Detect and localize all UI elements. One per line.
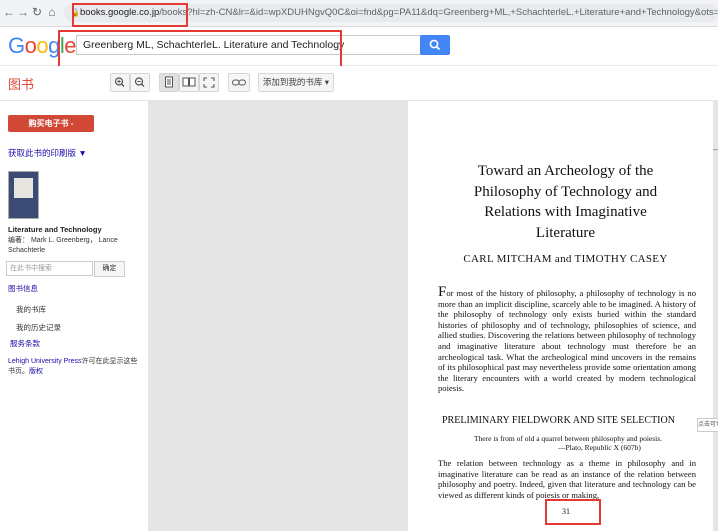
chapter-title: Toward an Archeology of the Philosophy o… (428, 161, 703, 243)
page-number: 31 (562, 507, 570, 516)
two-page-icon (182, 77, 196, 87)
zoom-out-button[interactable] (130, 73, 150, 92)
google-logo[interactable]: Google (8, 33, 77, 59)
section-heading: PRELIMINARY FIELDWORK AND SITE SELECTION (442, 415, 675, 426)
hint-tooltip: 点击可切换，按住 (697, 418, 718, 432)
viewer-background (148, 101, 408, 531)
reload-icon[interactable]: ↻ (30, 5, 44, 19)
google-header: Google Greenberg ML, SchachterleL. Liter… (0, 27, 718, 66)
book-editors: 编著： Mark L. Greenberg， Lance Schachterle (8, 237, 118, 254)
fullscreen-icon (203, 77, 215, 88)
chapter-title-line: Literature (535, 224, 596, 241)
body-paragraph-1-text: or most of the history of philosophy, a … (438, 288, 696, 394)
two-page-button[interactable] (179, 73, 199, 92)
lock-icon: 🔒 (70, 8, 80, 17)
link-icon (232, 79, 246, 86)
back-icon[interactable]: ← (2, 5, 16, 19)
viewer-right-edge (713, 101, 718, 531)
scroll-marker: — (713, 145, 718, 155)
body-paragraph-1: For most of the history of philosophy, a… (438, 285, 696, 394)
copyright-link[interactable]: 版权 (29, 368, 43, 375)
zoom-in-icon (114, 77, 125, 87)
book-cover-thumbnail[interactable] (8, 171, 39, 219)
link-button[interactable] (228, 73, 250, 92)
add-to-library-button[interactable]: 添加到我的书库 ▾ (258, 73, 334, 92)
single-page-button[interactable] (159, 73, 179, 92)
buy-ebook-button[interactable]: 购买电子书 - HK$246.56 (8, 115, 94, 145)
url-host: books.google.co.jp (80, 7, 160, 18)
publisher-note: Lehigh University Press许可在此显示这些书页。版权 (8, 357, 140, 377)
fullscreen-button[interactable] (199, 73, 219, 92)
chapter-authors: CARL MITCHAM and TIMOTHY CASEY (463, 253, 668, 265)
browser-toolbar: ← → ↻ ⌂ 🔒 books.google.co.jp/books?hl=zh… (0, 0, 718, 27)
books-section-title[interactable]: 图书 (8, 74, 34, 93)
search-input[interactable]: Greenberg ML, SchachterleL. Literature a… (76, 35, 424, 55)
address-bar[interactable]: 🔒 books.google.co.jp/books?hl=zh-CN&lr=&… (64, 4, 718, 22)
forward-icon[interactable]: → (16, 5, 30, 19)
in-book-search-button[interactable]: 确定 (94, 261, 125, 277)
books-toolbar: 图书 添加到我的书库 ▾ (0, 66, 718, 101)
body-paragraph-2: The relation between technology as a the… (438, 458, 696, 500)
chapter-title-line: Philosophy of Technology and (473, 183, 658, 200)
chapter-title-line: Relations with Imaginative (484, 204, 647, 220)
book-title: Literature and Technology (8, 225, 102, 234)
publisher-link[interactable]: Lehigh University Press (8, 358, 82, 365)
chapter-title-line: Toward an Archeology of the (477, 163, 654, 179)
get-print-link[interactable]: 获取此书的印刷版 ▼ (8, 147, 87, 159)
my-history-link[interactable]: 我的历史记录 (16, 322, 61, 333)
epigraph-source: —Plato, Republic X (607b) (558, 443, 641, 452)
sidebar: 购买电子书 - HK$246.56 获取此书的印刷版 ▼ Literature … (0, 101, 148, 531)
single-page-icon (165, 76, 173, 88)
in-book-search-input[interactable]: 在此书中搜索 (6, 261, 93, 276)
search-icon (429, 39, 441, 51)
zoom-in-button[interactable] (110, 73, 130, 92)
my-library-link[interactable]: 我的书库 (16, 304, 46, 315)
home-icon[interactable]: ⌂ (45, 5, 59, 19)
book-info-link[interactable]: 图书信息 (8, 283, 38, 294)
url-path: /books?hl=zh-CN&lr=&id=wpXDUHNgvQ0C&oi=f… (159, 7, 718, 18)
book-page[interactable]: Toward an Archeology of the Philosophy o… (408, 101, 713, 531)
zoom-out-icon (134, 77, 145, 87)
search-button[interactable] (420, 35, 450, 55)
terms-link[interactable]: 服务条款 (10, 338, 40, 349)
